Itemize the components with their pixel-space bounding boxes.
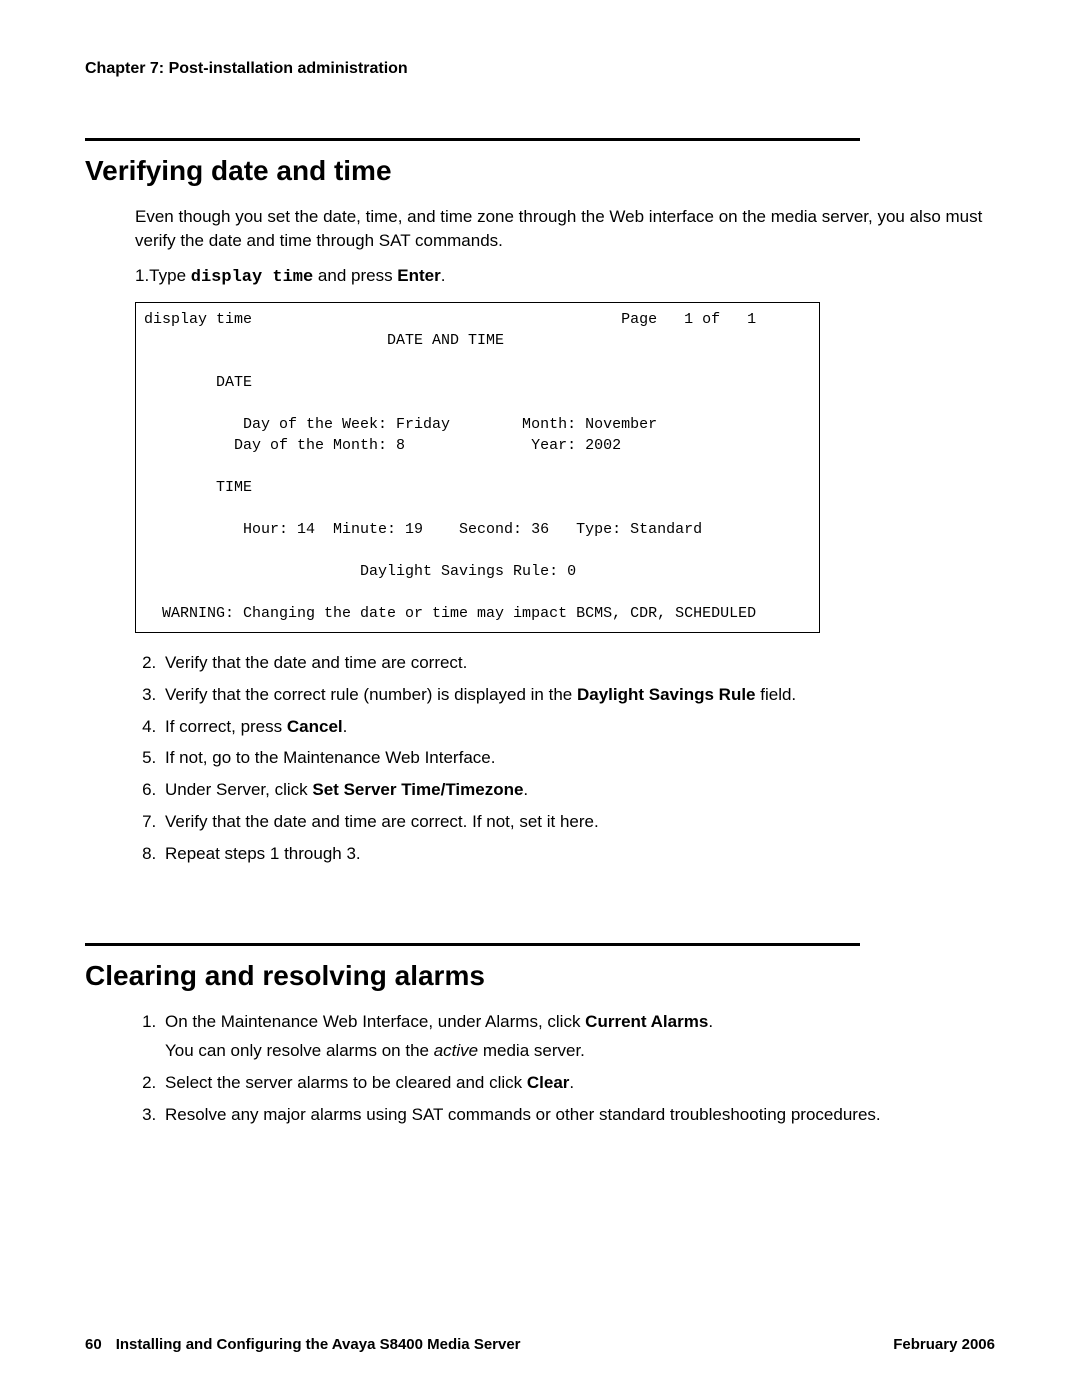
alarm1-sub-a: You can only resolve alarms on the (165, 1041, 434, 1060)
step6-c: . (523, 780, 528, 799)
step-2: Verify that the date and time are correc… (161, 651, 995, 675)
chapter-header: Chapter 7: Post-installation administrat… (85, 60, 995, 78)
page-container: Chapter 7: Post-installation administrat… (0, 0, 1080, 1397)
alarm-step-1: On the Maintenance Web Interface, under … (161, 1010, 995, 1064)
page-footer: 60 Installing and Configuring the Avaya … (85, 1336, 995, 1353)
alarm-step-3: Resolve any major alarms using SAT comma… (161, 1103, 995, 1127)
terminal-output: display time Page 1 of 1 DATE AND TIME D… (135, 302, 820, 633)
alarm2-c: . (569, 1073, 574, 1092)
step-4: If correct, press Cancel. (161, 715, 995, 739)
section-title-clearing: Clearing and resolving alarms (85, 960, 995, 992)
alarm1-c: . (708, 1012, 713, 1031)
steps-list-1: Verify that the date and time are correc… (135, 651, 995, 866)
step-8: Repeat steps 1 through 3. (161, 842, 995, 866)
step1-suffix: and press (313, 266, 397, 285)
step1-key: Enter (397, 266, 440, 285)
section-title-verifying: Verifying date and time (85, 155, 995, 187)
alarm1-a: On the Maintenance Web Interface, under … (165, 1012, 585, 1031)
step3-c: field. (756, 685, 797, 704)
alarm1-sub-c: media server. (478, 1041, 585, 1060)
intro-paragraph: Even though you set the date, time, and … (135, 205, 995, 253)
step1-end: . (441, 266, 446, 285)
step3-b: Daylight Savings Rule (577, 685, 756, 704)
alarm2-b: Clear (527, 1073, 570, 1092)
alarm1-sub-b: active (434, 1041, 478, 1060)
step-6: Under Server, click Set Server Time/Time… (161, 778, 995, 802)
step3-a: Verify that the correct rule (number) is… (165, 685, 577, 704)
section-rule (85, 138, 860, 141)
footer-date: February 2006 (893, 1336, 995, 1353)
step-5: If not, go to the Maintenance Web Interf… (161, 746, 995, 770)
step6-a: Under Server, click (165, 780, 312, 799)
steps-list-2: On the Maintenance Web Interface, under … (135, 1010, 995, 1127)
step4-c: . (343, 717, 348, 736)
alarm1-sub: You can only resolve alarms on the activ… (165, 1039, 995, 1063)
step-7: Verify that the date and time are correc… (161, 810, 995, 834)
page-number: 60 (85, 1336, 102, 1353)
alarm1-b: Current Alarms (585, 1012, 708, 1031)
section-rule-2 (85, 943, 860, 946)
step6-b: Set Server Time/Timezone (312, 780, 523, 799)
alarm-step-2: Select the server alarms to be cleared a… (161, 1071, 995, 1095)
step1-command: display time (191, 268, 313, 287)
alarm2-a: Select the server alarms to be cleared a… (165, 1073, 527, 1092)
step-3: Verify that the correct rule (number) is… (161, 683, 995, 707)
step4-a: If correct, press (165, 717, 287, 736)
step4-b: Cancel (287, 717, 343, 736)
step-1: 1.Type display time and press Enter. (135, 263, 995, 291)
step1-prefix: 1.Type (135, 266, 191, 285)
footer-doc-title: Installing and Configuring the Avaya S84… (116, 1336, 521, 1353)
